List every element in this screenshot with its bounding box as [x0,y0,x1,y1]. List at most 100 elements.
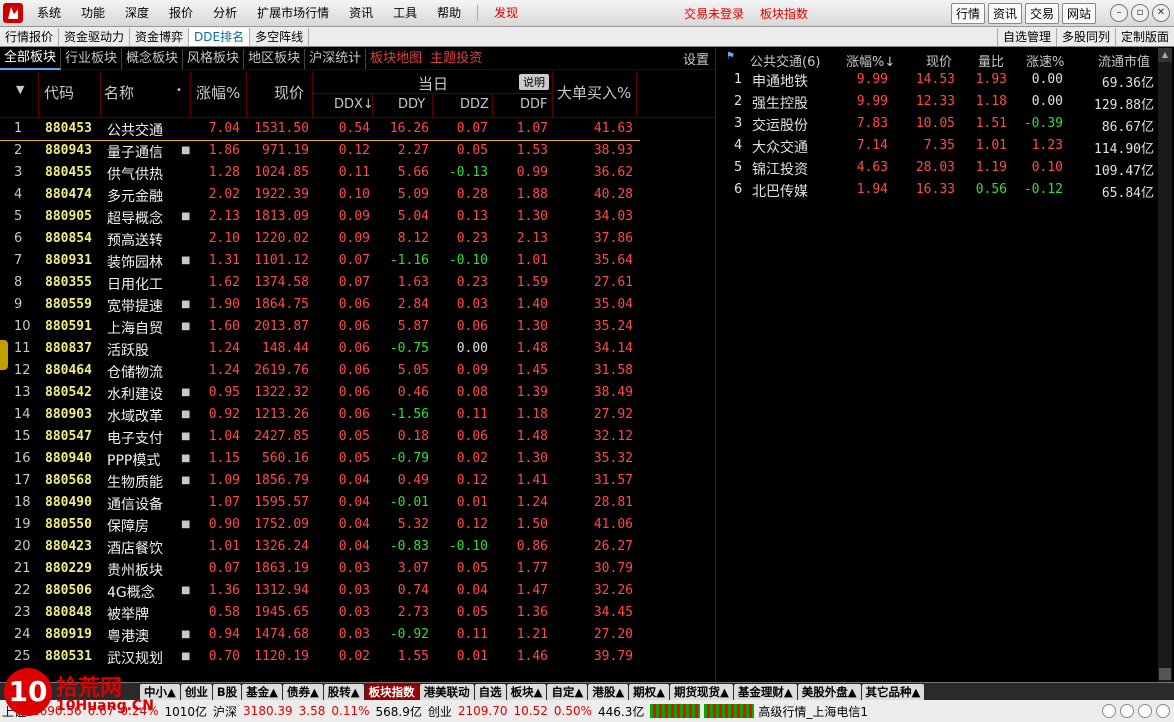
tb-capital-drive[interactable]: 资金驱动力 [59,27,131,46]
table-row[interactable]: 12 880464 仓储物流 1.24 2619.76 0.06 5.05 0.09 1.45 3… [0,361,640,383]
constituent-row[interactable]: 3 交运股份 7.83 10.05 1.51 -0.39 86.67亿 [716,114,1156,136]
header-code[interactable]: 代码 [44,82,74,103]
table-row[interactable]: 18 880490 通信设备 1.07 1595.57 0.04 -0.01 0.01 1.24… [0,493,640,515]
market-tab[interactable]: 板块指数 [364,683,419,700]
table-row[interactable]: 16 880940 PPP模式 ■ 1.15 560.16 0.05 -0.79 0.02 1.3… [0,449,640,471]
table-row[interactable]: 17 880568 生物质能 ■ 1.09 1856.79 0.04 0.49 0.12 1.41… [0,471,640,493]
table-row[interactable]: 1 880453 公共交通 7.04 1531.50 0.54 16.26 0.07 1.07 4… [0,119,640,141]
header-ddf[interactable]: DDF [520,97,548,112]
close-icon[interactable]: ✕ [1152,4,1170,22]
market-tab[interactable]: 板块▲ [506,683,547,700]
table-row[interactable]: 24 880919 粤港澳 ■ 0.94 1474.68 0.03 -0.92 0.11 1.21… [0,625,640,647]
tb-capital-game[interactable]: 资金博弈 [130,27,190,46]
header-name[interactable]: 名称 [104,82,134,103]
tb-multi-stock[interactable]: 多股同列 [1055,27,1115,46]
menu-depth[interactable]: 深度 [115,0,159,27]
header-ddy[interactable]: DDY [398,97,425,112]
market-tab[interactable]: 期权▲ [629,683,670,700]
market-tab[interactable]: 港股▲ [588,683,629,700]
table-row[interactable]: 2 880943 量子通信 ■ 1.86 971.19 0.12 2.27 0.05 1.53 38… [0,141,640,163]
vertical-scrollbar[interactable]: ▲ [1158,48,1172,682]
menu-analysis[interactable]: 分析 [203,0,247,27]
header-chg[interactable]: 涨幅% [196,82,240,103]
tab-sector-map[interactable]: 板块地图 [366,49,426,69]
scroll-thumb[interactable] [1159,668,1171,680]
market-tab[interactable]: 股转▲ [323,683,364,700]
market-tab[interactable]: 其它品种▲ [861,683,925,700]
connection-icon[interactable] [1102,704,1116,718]
table-row[interactable]: 19 880550 保障房 ■ 0.90 1752.09 0.04 5.32 0.12 1.50 4… [0,515,640,537]
trade-login-status[interactable]: 交易未登录 [684,7,744,21]
menu-tools[interactable]: 工具 [383,0,427,27]
table-row[interactable]: 6 880854 预高送转 2.10 1220.02 0.09 8.12 0.23 2.13 37… [0,229,640,251]
tb-quote[interactable]: 行情报价 [0,27,60,46]
cy-index-value[interactable]: 2109.70 [458,704,508,718]
table-row[interactable]: 4 880474 多元金融 2.02 1922.39 0.10 5.09 0.28 1.88 40… [0,185,640,207]
news-button[interactable]: 资讯 [987,2,1022,24]
tb-long-short[interactable]: 多空阵线 [250,27,310,46]
market-tab[interactable]: 基金理财▲ [733,683,797,700]
menu-discover[interactable]: 发现 [484,0,528,27]
market-tab[interactable]: 创业 [180,683,212,700]
table-row[interactable]: 23 880848 被举牌 0.58 1945.65 0.03 2.73 0.05 1.36 34… [0,603,640,625]
table-row[interactable]: 21 880229 贵州板块 0.07 1863.19 0.03 3.07 0.05 1.77 3… [0,559,640,581]
table-row[interactable]: 20 880423 酒店餐饮 1.01 1326.24 0.04 -0.83 -0.10 0.8… [0,537,640,559]
panel-expand-handle[interactable] [0,340,8,370]
restore-icon[interactable]: ▫ [1131,4,1149,22]
settings-button[interactable]: 设置 [683,49,709,68]
market-tab[interactable]: 美股外盘▲ [797,683,861,700]
trade-button[interactable]: 交易 [1024,2,1059,24]
menu-function[interactable]: 功能 [71,0,115,27]
tab-concept[interactable]: 概念板块 [122,48,184,69]
header-ddz[interactable]: DDZ [460,97,489,112]
table-row[interactable]: 22 880506 4G概念 ■ 1.36 1312.94 0.03 0.74 0.04 1.47… [0,581,640,603]
website-button[interactable]: 网站 [1061,2,1096,24]
table-row[interactable]: 5 880905 超导概念 ■ 2.13 1813.09 0.09 5.04 0.13 1.30 3… [0,207,640,229]
market-breadth-chart-2[interactable] [704,704,755,718]
tb-custom-layout[interactable]: 定制版面 [1114,27,1174,46]
tab-sh-sz-stats[interactable]: 沪深统计 [305,48,367,69]
table-row[interactable]: 14 880903 水域改革 ■ 0.92 1213.26 0.06 -1.56 0.11 1.1… [0,405,640,427]
server-name[interactable]: 高级行情_上海电信1 [758,703,868,720]
table-row[interactable]: 10 880591 上海自贸 ■ 1.60 2013.87 0.06 5.87 0.06 1.30… [0,317,640,339]
market-tab[interactable]: 基金▲ [242,683,282,700]
alert-icon[interactable] [1120,704,1134,718]
col-speed[interactable]: 涨速% [1026,51,1064,70]
tab-region[interactable]: 地区板块 [244,48,306,69]
constituent-row[interactable]: 6 北巴传媒 1.94 16.33 0.56 -0.12 65.84亿 [716,180,1156,202]
col-vol-ratio[interactable]: 量比 [978,51,1004,70]
table-row[interactable]: 9 880559 宽带提速 ■ 1.90 1864.75 0.06 2.84 0.03 1.40 3… [0,295,640,317]
flag-icon[interactable]: ⚑ [726,51,735,62]
tab-theme-invest[interactable]: 主题投资 [426,49,486,69]
table-row[interactable]: 8 880355 日用化工 1.62 1374.58 0.07 1.63 0.23 1.59 27… [0,273,640,295]
tab-all-sectors[interactable]: 全部板块 [0,47,62,70]
constituent-row[interactable]: 2 强生控股 9.99 12.33 1.18 0.00 129.88亿 [716,92,1156,114]
market-breadth-chart[interactable] [650,704,701,718]
market-tab[interactable]: 自定▲ [547,683,588,700]
market-tab[interactable]: 自选 [474,683,506,700]
table-row[interactable]: 11 880837 活跃股 1.24 148.44 0.06 -0.75 0.00 1.48 34… [0,339,640,361]
minimize-icon[interactable]: – [1110,4,1128,22]
table-row[interactable]: 3 880455 供气供热 1.28 1024.85 0.11 5.66 -0.13 0.99 3… [0,163,640,185]
menu-quote[interactable]: 报价 [159,0,203,27]
table-row[interactable]: 25 880531 武汉规划 ■ 0.70 1120.19 0.02 1.55 0.01 1.46… [0,647,640,669]
menu-extended-market[interactable]: 扩展市场行情 [247,0,339,27]
table-row[interactable]: 15 880547 电子支付 ■ 1.04 2427.85 0.05 0.18 0.06 1.48… [0,427,640,449]
tb-dde-rank[interactable]: DDE排名 [189,27,251,46]
header-price[interactable]: 现价 [274,82,304,103]
explain-button[interactable]: 说明 [519,74,549,90]
menu-news[interactable]: 资讯 [339,0,383,27]
market-tab[interactable]: 期货现货▲ [670,683,733,700]
constituent-row[interactable]: 5 锦江投资 4.63 28.03 1.19 0.10 109.47亿 [716,158,1156,180]
menu-help[interactable]: 帮助 [427,0,471,27]
table-row[interactable]: 7 880931 装饰园林 ■ 1.31 1101.12 0.07 -1.16 -0.10 1.0… [0,251,640,273]
menu-system[interactable]: 系统 [27,0,71,27]
market-tab[interactable]: 港美联动 [419,683,474,700]
table-row[interactable]: 13 880542 水利建设 ■ 0.95 1322.32 0.06 0.46 0.08 1.39… [0,383,640,405]
col-chg[interactable]: 涨幅%↓ [846,51,895,70]
tab-industry[interactable]: 行业板块 [61,48,123,69]
scroll-up-icon[interactable]: ▲ [1158,48,1172,62]
col-market-cap[interactable]: 流通市值 [1098,51,1150,70]
message-icon[interactable] [1138,704,1152,718]
market-tab[interactable]: 债券▲ [282,683,323,700]
